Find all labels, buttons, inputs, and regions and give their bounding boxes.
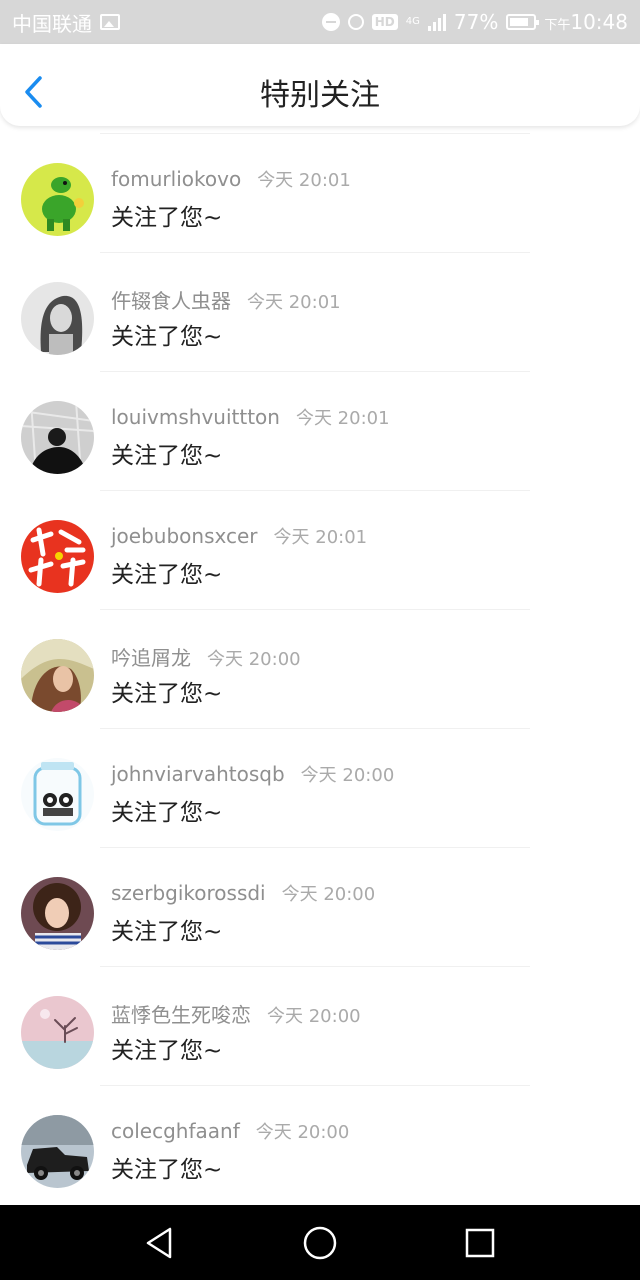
username[interactable]: 蓝悸色生死唆恋 bbox=[111, 1003, 251, 1027]
message-text: 关注了您~ bbox=[111, 205, 223, 231]
follow-notification-list: fomurliokovo 今天 20:01 关注了您~ 仵辍食人虫器 今天 20:0… bbox=[0, 126, 640, 1205]
man-in-snow-avatar-image bbox=[21, 401, 94, 474]
list-item[interactable]: louivmshvuittton 今天 20:01 关注了您~ bbox=[0, 372, 640, 491]
system-recents-button[interactable] bbox=[462, 1225, 498, 1261]
timestamp: 今天 20:01 bbox=[257, 170, 351, 191]
red-calligraphy-avatar-image bbox=[21, 520, 94, 593]
username[interactable]: szerbgikorossdi bbox=[111, 881, 266, 905]
list-item[interactable]: 仵辍食人虫器 今天 20:01 关注了您~ bbox=[0, 253, 640, 372]
list-item[interactable]: 吟追屑龙 今天 20:00 关注了您~ bbox=[0, 610, 640, 729]
timestamp: 今天 20:00 bbox=[281, 884, 376, 905]
list-item[interactable]: szerbgikorossdi 今天 20:00 关注了您~ bbox=[0, 848, 640, 967]
status-bar: 中国联通 HD 4G 77% 下午10:48 bbox=[0, 0, 640, 44]
message-header: louivmshvuittton 今天 20:01 bbox=[111, 404, 390, 430]
avatar[interactable] bbox=[21, 520, 94, 593]
timestamp: 今天 20:00 bbox=[300, 765, 395, 786]
message-text: 关注了您~ bbox=[111, 681, 223, 707]
message-text: 关注了您~ bbox=[111, 1157, 223, 1183]
timestamp: 今天 20:00 bbox=[267, 1006, 361, 1027]
avatar[interactable] bbox=[21, 639, 94, 712]
avatar[interactable] bbox=[21, 401, 94, 474]
username[interactable]: johnviarvahtosqb bbox=[111, 762, 285, 786]
avatar[interactable] bbox=[21, 877, 94, 950]
dinosaur-avatar-image bbox=[21, 163, 94, 236]
triangle-back-icon bbox=[146, 1227, 172, 1259]
username[interactable]: louivmshvuittton bbox=[111, 405, 280, 429]
message-text: 关注了您~ bbox=[111, 1038, 223, 1064]
username[interactable]: joebubonsxcer bbox=[111, 524, 258, 548]
avatar[interactable] bbox=[21, 282, 94, 355]
message-text: 关注了您~ bbox=[111, 443, 223, 469]
square-recents-icon bbox=[465, 1228, 495, 1258]
timestamp: 今天 20:00 bbox=[207, 649, 301, 670]
curly-hair-child-avatar-image bbox=[21, 877, 94, 950]
message-header: joebubonsxcer 今天 20:01 bbox=[111, 523, 367, 549]
timestamp: 今天 20:01 bbox=[247, 292, 341, 313]
list-item[interactable]: 蓝悸色生死唆恋 今天 20:00 关注了您~ bbox=[0, 967, 640, 1086]
message-text: 关注了您~ bbox=[111, 800, 223, 826]
woman-portrait-avatar-image bbox=[21, 639, 94, 712]
image-notification-icon bbox=[100, 14, 120, 30]
message-header: 仵辍食人虫器 今天 20:01 bbox=[111, 285, 341, 314]
avatar[interactable] bbox=[21, 996, 94, 1069]
system-back-button[interactable] bbox=[142, 1225, 178, 1261]
message-text: 关注了您~ bbox=[111, 562, 223, 588]
list-item[interactable]: joebubonsxcer 今天 20:01 关注了您~ bbox=[0, 491, 640, 610]
message-header: szerbgikorossdi 今天 20:00 bbox=[111, 880, 375, 906]
vintage-car-avatar-image bbox=[21, 1115, 94, 1188]
sketch-portrait-avatar-image bbox=[21, 282, 94, 355]
hd-icon: HD bbox=[371, 14, 398, 30]
battery-percent: 77% bbox=[453, 10, 499, 34]
list-item[interactable]: fomurliokovo 今天 20:01 关注了您~ bbox=[0, 134, 640, 253]
signal-icon bbox=[427, 13, 446, 31]
username[interactable]: 仵辍食人虫器 bbox=[111, 289, 231, 313]
carrier-label: 中国联通 bbox=[12, 11, 92, 36]
message-header: johnviarvahtosqb 今天 20:00 bbox=[111, 761, 394, 787]
cartoon-jar-avatar-image bbox=[21, 758, 94, 831]
avatar[interactable] bbox=[21, 1115, 94, 1188]
alarm-icon bbox=[347, 14, 364, 30]
username[interactable]: colecghfaanf bbox=[111, 1119, 240, 1143]
pink-tree-landscape-avatar-image bbox=[21, 996, 94, 1069]
ampm-label: 下午 bbox=[544, 18, 571, 33]
timestamp: 今天 20:01 bbox=[295, 408, 390, 429]
message-text: 关注了您~ bbox=[111, 919, 223, 945]
status-bar-left: 中国联通 bbox=[12, 8, 120, 37]
timestamp: 今天 20:00 bbox=[255, 1122, 350, 1143]
username[interactable]: 吟追屑龙 bbox=[111, 646, 191, 670]
message-header: 蓝悸色生死唆恋 今天 20:00 bbox=[111, 999, 361, 1028]
clock: 10:48 bbox=[570, 10, 628, 34]
battery-icon bbox=[506, 14, 540, 30]
message-header: colecghfaanf 今天 20:00 bbox=[111, 1118, 349, 1144]
page-title: 特别关注 bbox=[260, 78, 380, 113]
do-not-disturb-icon bbox=[321, 13, 340, 31]
network-type-label: 4G bbox=[405, 16, 420, 27]
system-home-button[interactable] bbox=[302, 1225, 338, 1261]
message-header: fomurliokovo 今天 20:01 bbox=[111, 166, 351, 192]
message-header: 吟追屑龙 今天 20:00 bbox=[111, 642, 301, 671]
avatar[interactable] bbox=[21, 163, 94, 236]
message-text: 关注了您~ bbox=[111, 324, 223, 350]
status-bar-right: HD 4G 77% 下午10:48 bbox=[321, 10, 628, 34]
username[interactable]: fomurliokovo bbox=[111, 167, 241, 191]
avatar[interactable] bbox=[21, 758, 94, 831]
list-item[interactable]: johnviarvahtosqb 今天 20:00 关注了您~ bbox=[0, 729, 640, 848]
system-navigation-bar bbox=[0, 1205, 640, 1280]
list-item[interactable]: colecghfaanf 今天 20:00 关注了您~ bbox=[0, 1086, 640, 1205]
app-header: 特别关注 bbox=[0, 44, 640, 126]
timestamp: 今天 20:01 bbox=[273, 527, 368, 548]
circle-home-icon bbox=[303, 1226, 337, 1260]
